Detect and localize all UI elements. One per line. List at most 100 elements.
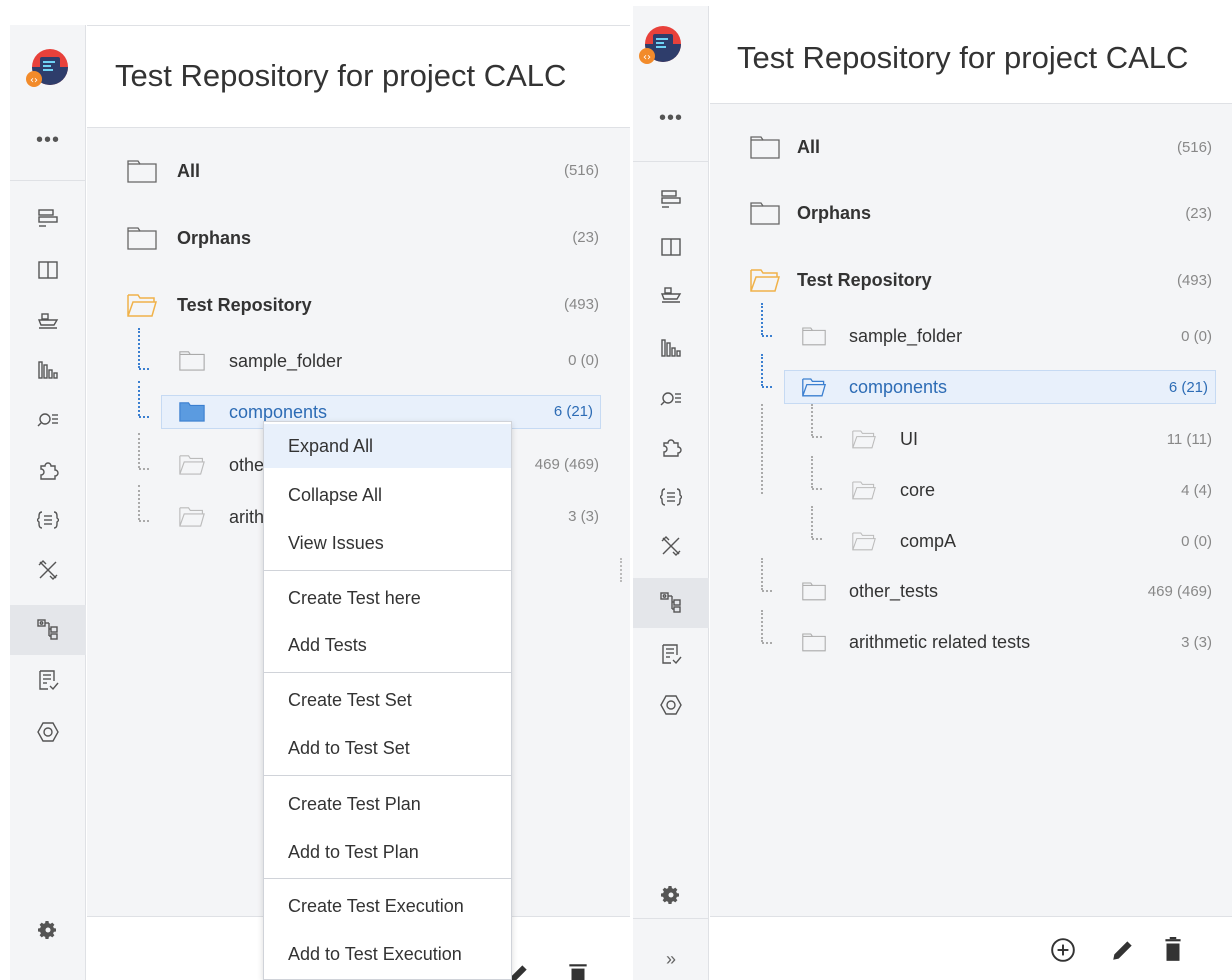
backlog-icon: [661, 190, 681, 208]
tree-node-count: 4 (4): [1181, 482, 1212, 499]
tree-node-all[interactable]: All (516): [710, 130, 1220, 164]
tree-node-count: 6 (21): [1168, 379, 1208, 396]
checklist-icon: [39, 670, 59, 691]
menu-add-tests[interactable]: Add Tests: [264, 623, 511, 667]
tree-node-count: 0 (0): [1181, 328, 1212, 345]
tree-node-count: (516): [1176, 139, 1212, 156]
folder-icon: [179, 402, 205, 422]
sidebar-divider: [633, 918, 708, 919]
nav-components[interactable]: [633, 472, 709, 522]
menu-divider: [264, 672, 511, 673]
nav-releases[interactable]: [633, 269, 709, 319]
app-logo-icon[interactable]: ‹›: [637, 22, 685, 70]
add-circle-icon[interactable]: [1050, 937, 1076, 963]
nav-reports[interactable]: [633, 323, 709, 373]
nav-test-repository[interactable]: [633, 578, 709, 628]
menu-add-to-test-plan[interactable]: Add to Test Plan: [264, 830, 511, 874]
panel-resize-handle[interactable]: [620, 558, 624, 582]
tree-node-label: othe: [229, 454, 265, 475]
more-icon[interactable]: •••: [10, 130, 86, 150]
folder-icon: [802, 633, 826, 652]
page-title: Test Repository for project CALC: [737, 40, 1189, 75]
settings-button[interactable]: [633, 882, 709, 908]
nav-apps[interactable]: [633, 422, 709, 472]
tree-node-test-repository[interactable]: Test Repository (493): [710, 263, 1220, 297]
menu-create-test-plan[interactable]: Create Test Plan: [264, 782, 511, 826]
menu-collapse-all[interactable]: Collapse All: [264, 473, 511, 517]
nav-reports[interactable]: [10, 345, 86, 395]
main-content: Test Repository for project CALC All (51…: [710, 0, 1232, 980]
tree-node-core[interactable]: core 4 (4): [710, 473, 1220, 507]
nav-board[interactable]: [10, 245, 86, 295]
nav-components[interactable]: [10, 495, 86, 545]
tree-node-count: (493): [1176, 272, 1212, 289]
nav-board[interactable]: [633, 222, 709, 272]
app-logo-icon[interactable]: ‹›: [24, 45, 72, 93]
tree-node-test-repository[interactable]: Test Repository (493): [87, 288, 607, 322]
tree-structure-icon: [660, 592, 681, 613]
nav-search[interactable]: [633, 374, 709, 424]
svg-text:‹›: ‹›: [30, 75, 38, 86]
trash-icon[interactable]: [565, 961, 591, 980]
folder-open-icon: [852, 532, 876, 551]
nav-releases[interactable]: [10, 295, 86, 345]
tree-node-count: 11 (11): [1166, 431, 1212, 448]
tree-structure-icon: [37, 619, 58, 640]
folder-icon: [127, 160, 157, 183]
menu-add-to-test-execution[interactable]: Add to Test Execution: [264, 932, 511, 976]
menu-add-to-test-set[interactable]: Add to Test Set: [264, 726, 511, 770]
tree-node-orphans[interactable]: Orphans (23): [87, 221, 607, 255]
menu-divider: [264, 570, 511, 571]
tree-node-ui[interactable]: UI 11 (11): [710, 422, 1220, 456]
menu-expand-all[interactable]: Expand All: [264, 424, 511, 468]
nav-tests[interactable]: [633, 521, 709, 571]
nav-test-repository[interactable]: [10, 605, 86, 655]
tree-node-sample-folder[interactable]: sample_folder 0 (0): [710, 319, 1220, 353]
tree-node-count: 469 (469): [1147, 583, 1212, 600]
tree-node-count: (516): [563, 162, 599, 179]
nav-apps[interactable]: [10, 445, 86, 495]
menu-divider: [264, 878, 511, 879]
nav-test-plans[interactable]: [633, 629, 709, 679]
nav-settings-hex[interactable]: [633, 680, 709, 730]
tree-node-count: (23): [1185, 205, 1212, 222]
tree-node-label: Orphans: [177, 227, 252, 248]
trash-icon[interactable]: [1160, 937, 1186, 963]
board-icon: [38, 261, 58, 279]
hexagon-icon: [660, 695, 682, 715]
menu-create-test-here[interactable]: Create Test here: [264, 576, 511, 620]
expand-sidebar-button[interactable]: »: [633, 946, 709, 972]
nav-tests[interactable]: [10, 545, 86, 595]
more-icon[interactable]: •••: [633, 108, 709, 128]
nav-settings-hex[interactable]: [10, 707, 86, 757]
reports-icon: [38, 361, 58, 379]
tree-node-label: Orphans: [797, 202, 872, 223]
tree-node-all[interactable]: All (516): [87, 154, 607, 188]
folder-open-icon: [750, 269, 780, 292]
settings-button[interactable]: [10, 917, 86, 943]
nav-search[interactable]: [10, 395, 86, 445]
pencil-icon[interactable]: [1110, 937, 1136, 963]
tree-node-orphans[interactable]: Orphans (23): [710, 196, 1220, 230]
tree-node-label: All: [177, 160, 201, 181]
tree-connector: [138, 381, 140, 416]
tree-node-sample-folder[interactable]: sample_folder 0 (0): [87, 344, 607, 378]
gear-icon: [661, 886, 679, 904]
tree-node-label: arith: [229, 506, 265, 527]
folder-open-icon: [802, 378, 826, 397]
menu-view-issues[interactable]: View Issues: [264, 521, 511, 565]
menu-create-test-set[interactable]: Create Test Set: [264, 678, 511, 722]
nav-backlog[interactable]: [10, 193, 86, 243]
tree-node-other-tests[interactable]: other_tests 469 (469): [710, 574, 1220, 608]
nav-test-plans[interactable]: [10, 655, 86, 705]
tree-node-compa[interactable]: compA 0 (0): [710, 524, 1220, 558]
context-menu: Expand All Collapse All View Issues Crea…: [263, 421, 512, 980]
nav-backlog[interactable]: [633, 174, 709, 224]
tree-node-arithmetic-related-tests[interactable]: arithmetic related tests 3 (3): [710, 625, 1220, 659]
svg-text:‹›: ‹›: [643, 52, 651, 63]
tree-node-components[interactable]: components 6 (21): [784, 370, 1216, 404]
tree-node-label: arithmetic related tests: [849, 631, 1031, 652]
folder-icon: [750, 136, 780, 159]
folder-icon: [127, 227, 157, 250]
menu-create-test-execution[interactable]: Create Test Execution: [264, 884, 511, 928]
